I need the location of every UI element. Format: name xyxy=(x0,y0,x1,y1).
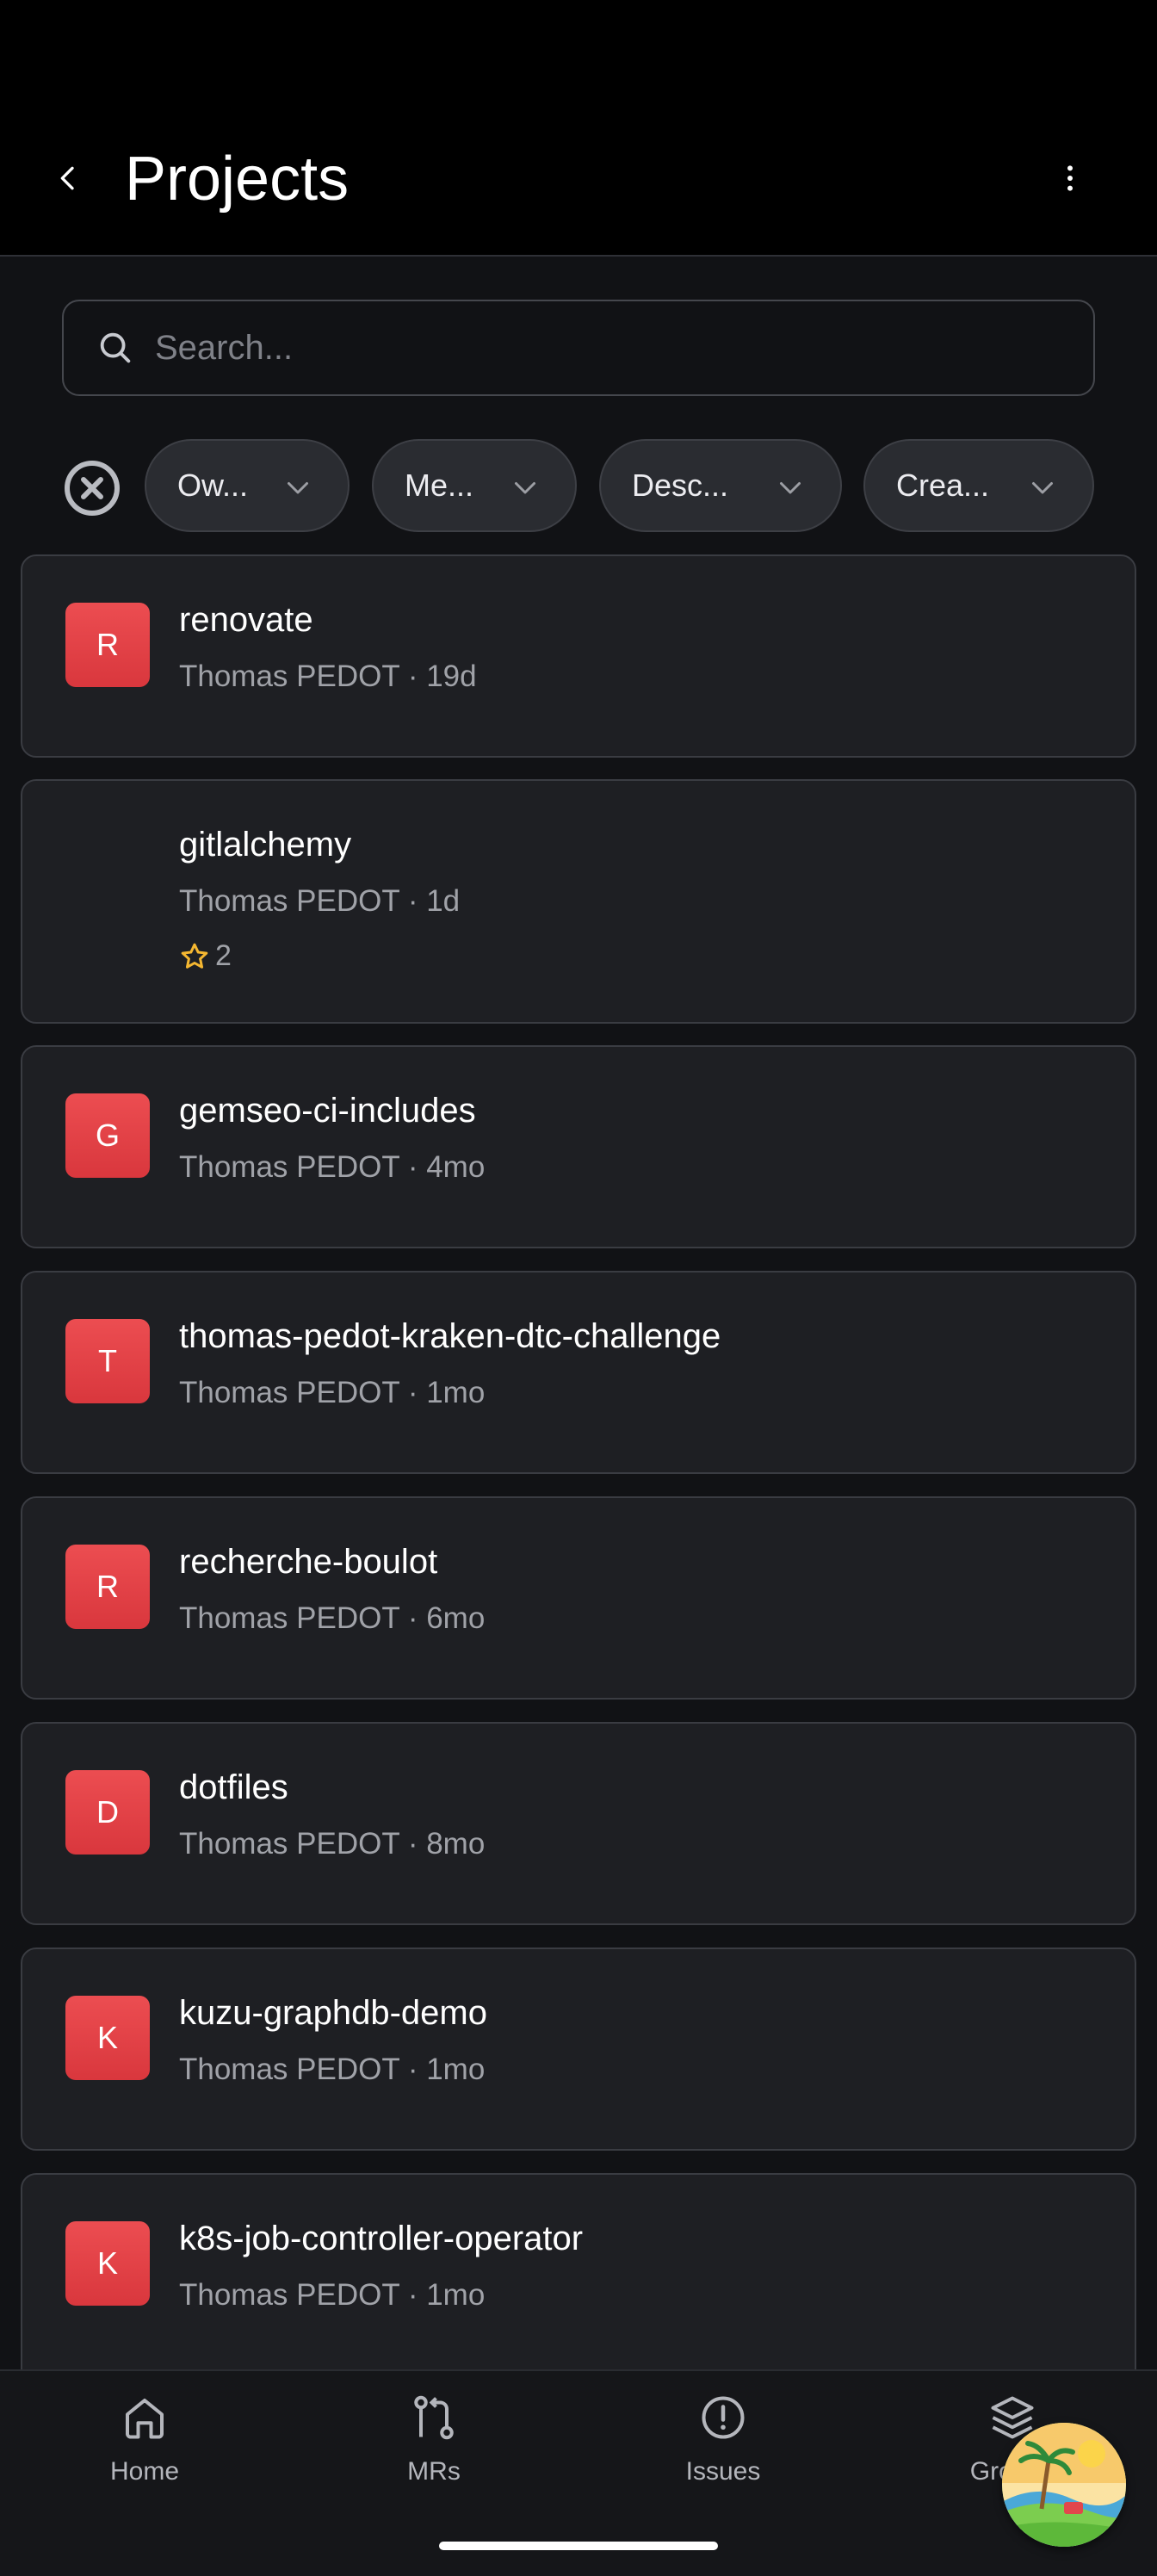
page-title: Projects xyxy=(125,145,350,214)
project-name: k8s-job-controller-operator xyxy=(179,2220,584,2257)
project-avatar: R xyxy=(65,603,150,687)
more-options-button[interactable] xyxy=(1042,150,1098,207)
chevron-down-icon xyxy=(288,482,308,494)
project-avatar: D xyxy=(65,1770,150,1855)
project-meta: Thomas PEDOT · 1mo xyxy=(179,2278,486,2312)
project-meta: Thomas PEDOT · 1d xyxy=(179,884,461,918)
nav-label: MRs xyxy=(407,2457,461,2486)
more-vertical-icon xyxy=(1067,165,1073,191)
beach-island-icon xyxy=(1002,2423,1126,2547)
nav-item-mrs[interactable]: MRs xyxy=(348,2390,520,2486)
filter-chip-label: Crea... xyxy=(896,468,990,503)
project-card[interactable]: R renovate Thomas PEDOT · 19d xyxy=(21,554,1136,758)
project-meta: Thomas PEDOT · 4mo xyxy=(179,1150,486,1184)
nav-label: Issues xyxy=(685,2457,761,2486)
star-icon xyxy=(181,943,208,969)
project-meta: Thomas PEDOT · 8mo xyxy=(179,1827,486,1861)
project-card[interactable]: R recherche-boulot Thomas PEDOT · 6mo xyxy=(21,1496,1136,1700)
floating-assistant-button[interactable] xyxy=(1002,2423,1126,2547)
project-card[interactable]: K kuzu-graphdb-demo Thomas PEDOT · 1mo xyxy=(21,1947,1136,2151)
back-button[interactable] xyxy=(40,150,96,207)
project-avatar: K xyxy=(65,1996,150,2080)
chevron-down-icon xyxy=(1032,482,1053,494)
filter-chip-sort-field[interactable]: Crea... xyxy=(863,439,1094,532)
project-stars: 2 xyxy=(179,939,232,973)
project-avatar: K xyxy=(65,2221,150,2306)
filter-chip-label: Me... xyxy=(405,468,474,503)
project-avatar: T xyxy=(65,1319,150,1403)
filter-chip-label: Desc... xyxy=(632,468,729,503)
nav-item-home[interactable]: Home xyxy=(59,2390,231,2486)
nav-item-issues[interactable]: Issues xyxy=(637,2390,809,2486)
clear-filters-button[interactable] xyxy=(64,460,121,517)
close-circle-icon xyxy=(65,461,120,516)
project-name: dotfiles xyxy=(179,1768,288,1806)
search-input[interactable]: Search... xyxy=(62,300,1095,396)
project-card[interactable]: D dotfiles Thomas PEDOT · 8mo xyxy=(21,1722,1136,1925)
search-placeholder: Search... xyxy=(155,328,294,367)
filter-chip-label: Ow... xyxy=(177,468,249,503)
app-bar: Projects xyxy=(0,121,1157,257)
project-name: recherche-boulot xyxy=(179,1543,438,1581)
project-meta: Thomas PEDOT · 6mo xyxy=(179,1601,486,1635)
project-avatar: G xyxy=(65,1093,150,1178)
home-icon xyxy=(117,2390,172,2445)
merge-request-icon xyxy=(406,2390,461,2445)
filter-chip-sort-order[interactable]: Desc... xyxy=(599,439,842,532)
project-card[interactable]: gitlalchemy Thomas PEDOT · 1d 2 xyxy=(21,779,1136,1024)
project-name: kuzu-graphdb-demo xyxy=(179,1994,487,2032)
issue-icon xyxy=(696,2390,751,2445)
nav-label: Home xyxy=(109,2457,180,2486)
project-name: renovate xyxy=(179,601,313,639)
chevron-down-icon xyxy=(515,482,535,494)
home-indicator xyxy=(439,2542,718,2550)
project-meta: Thomas PEDOT · 19d xyxy=(179,659,477,693)
status-bar xyxy=(0,0,1157,121)
project-meta: Thomas PEDOT · 1mo xyxy=(179,1376,486,1409)
project-avatar: R xyxy=(65,1545,150,1629)
project-name: gitlalchemy xyxy=(179,826,352,864)
project-meta: Thomas PEDOT · 1mo xyxy=(179,2053,486,2086)
project-card[interactable]: G gemseo-ci-includes Thomas PEDOT · 4mo xyxy=(21,1045,1136,1248)
project-name: thomas-pedot-kraken-dtc-challenge xyxy=(179,1317,721,1355)
search-icon xyxy=(95,327,136,368)
filter-chip-membership[interactable]: Me... xyxy=(372,439,577,532)
project-card[interactable]: K k8s-job-controller-operator Thomas PED… xyxy=(21,2173,1136,2397)
project-card[interactable]: T thomas-pedot-kraken-dtc-challenge Thom… xyxy=(21,1271,1136,1474)
filter-chip-owner[interactable]: Ow... xyxy=(145,439,350,532)
star-count: 2 xyxy=(215,939,232,972)
chevron-left-icon xyxy=(60,166,74,190)
project-name: gemseo-ci-includes xyxy=(179,1092,476,1130)
chevron-down-icon xyxy=(780,482,801,494)
